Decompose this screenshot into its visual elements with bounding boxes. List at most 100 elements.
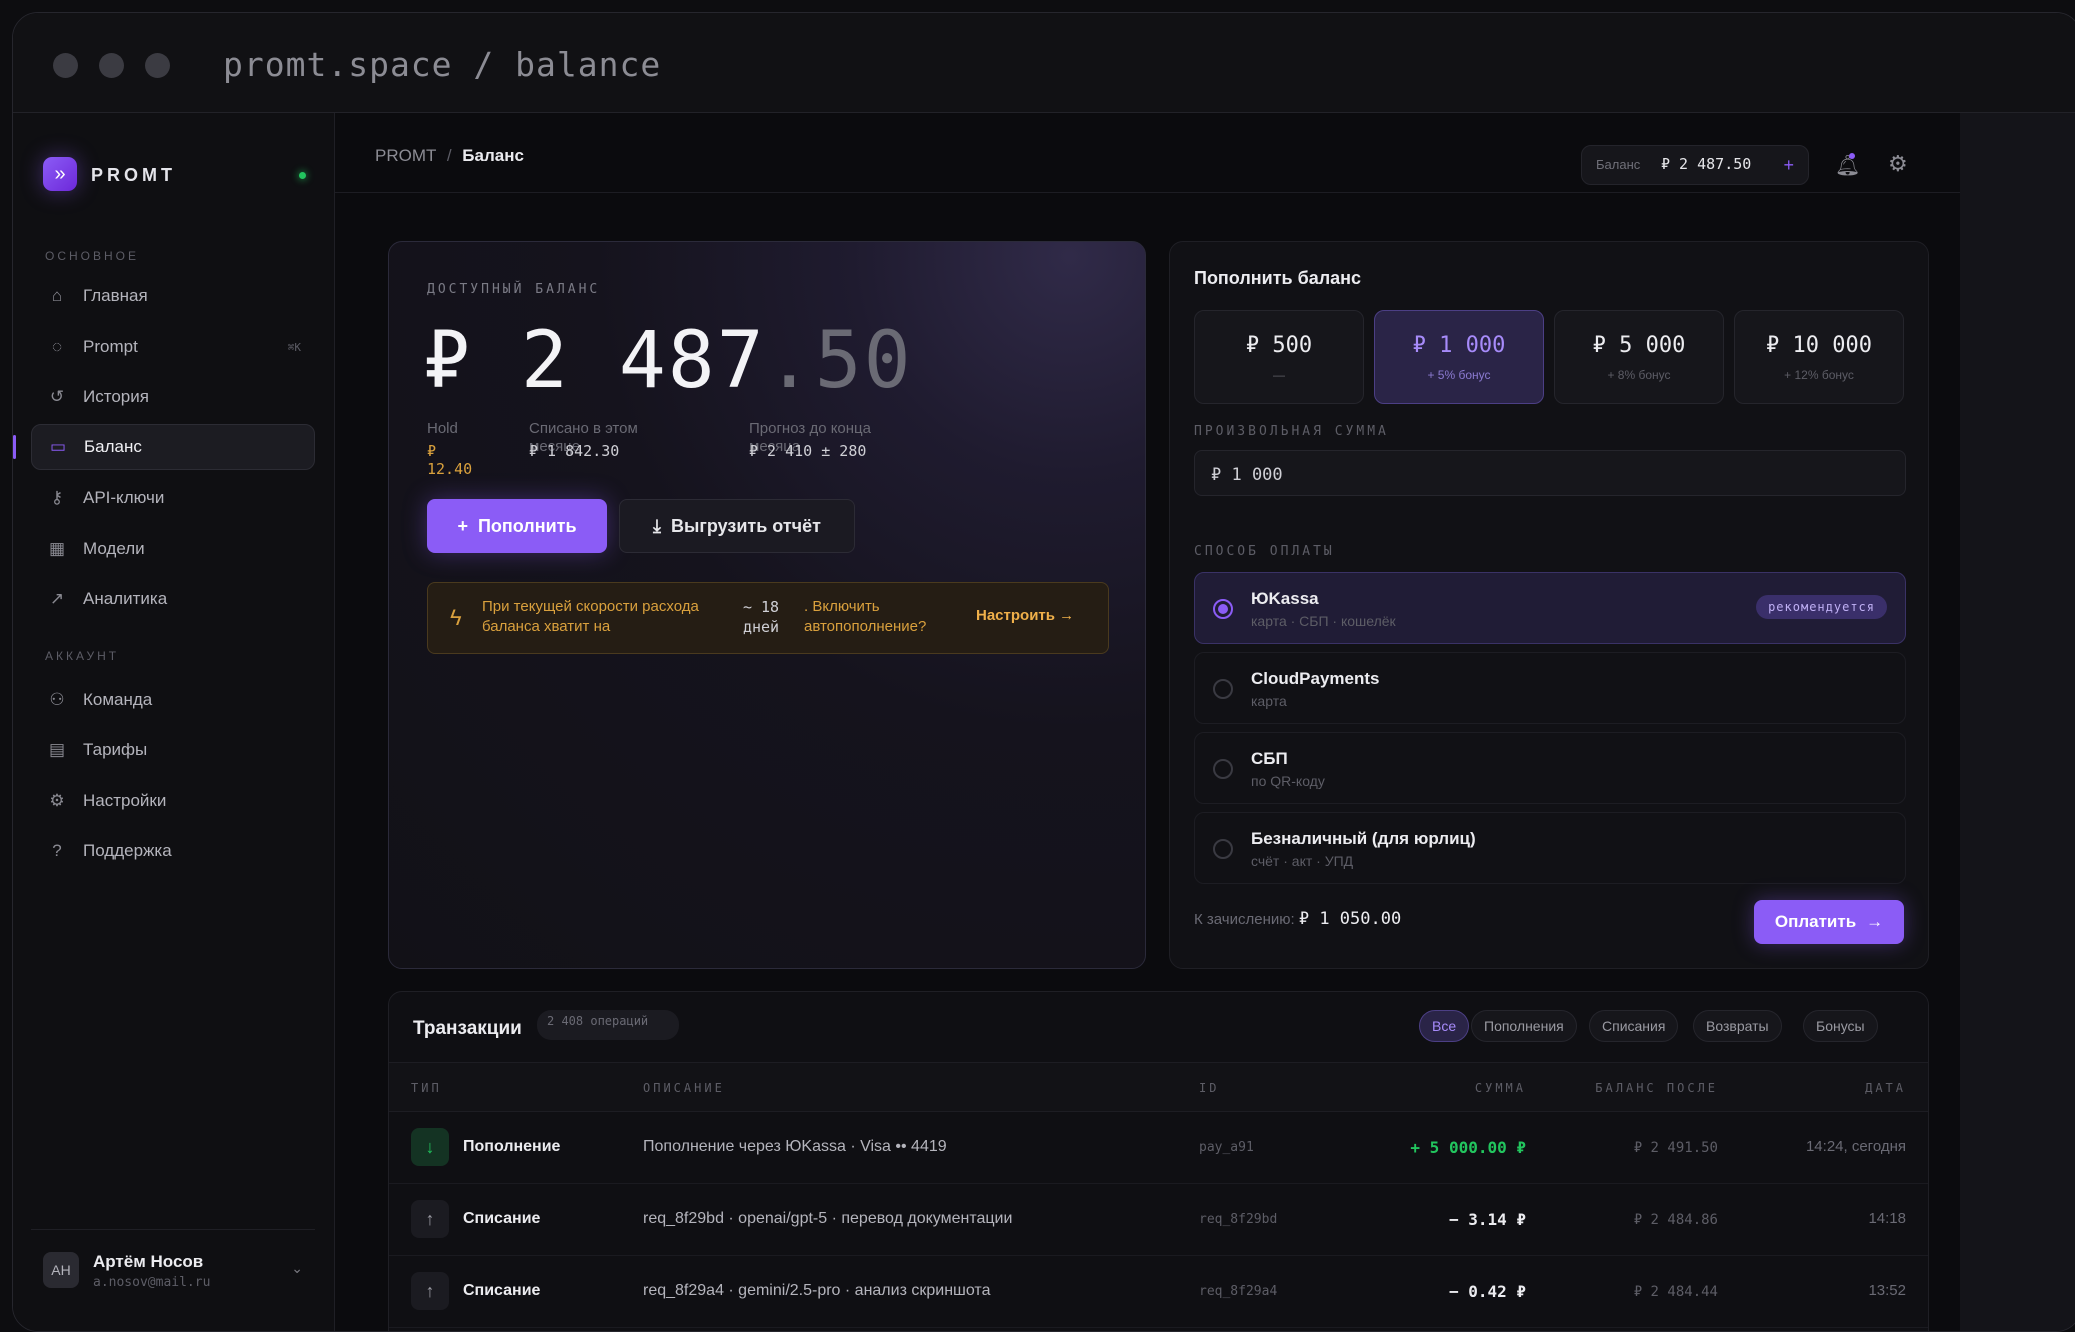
sidebar-item-label: Модели [83,539,145,558]
row-amount: + 5 000.00 ₽ [1410,1138,1526,1157]
payment-method-option[interactable]: Безналичный (для юрлиц) счёт · акт · УПД [1194,812,1906,884]
autotopup-warning: ϟ При текущей скорости расхода баланса х… [427,582,1109,654]
filter-all[interactable]: Все [1419,1010,1470,1042]
amount-option[interactable]: ₽ 5 000 + 8% бонус [1554,310,1724,404]
sidebar-item-history[interactable]: ↺ История [31,374,315,420]
amount-value: ₽ 500 [1245,333,1313,358]
warning-question: . Включить автопополнение? [804,598,927,635]
row-amount: − 0.42 ₽ [1448,1282,1526,1301]
section-label-account: АККАУНТ [45,649,120,663]
user-menu[interactable]: АН Артём Носов a.nosov@mail.ru ⌄ [31,1229,315,1293]
notification-badge [1849,153,1855,159]
hold-value: ₽ 12.40 [427,442,473,478]
sidebar-item-support[interactable]: ? Поддержка [31,828,315,874]
payment-method-option[interactable]: ЮKassa карта · СБП · кошелёк рекомендуется [1194,572,1906,644]
radio-selected[interactable] [1213,599,1233,619]
window-close-button[interactable] [53,53,78,78]
brand-name: PROMT [91,165,176,185]
radio[interactable] [1213,679,1233,699]
main-content: PROMT / Баланс Баланс ₽ 2 487.50 + 🔔︎ ⚙ … [335,113,1960,1331]
transactions-panel: Транзакции 2 408 операций Все Пополнения… [388,991,1929,1331]
payment-method-option[interactable]: CloudPayments карта [1194,652,1906,724]
radio[interactable] [1213,839,1233,859]
filter-refunds[interactable]: Возвраты [1693,1010,1782,1042]
column-header: БАЛАНС ПОСЛЕ [1595,1081,1718,1095]
table-row[interactable]: ↓ Пополнение Пополнение через ЮKassa · V… [389,1112,1928,1184]
balance-amount: ₽ 2 487.50 [423,316,913,406]
amount-bonus: — [1273,368,1285,382]
pay-button[interactable]: Оплатить → [1754,900,1904,944]
recommended-badge: рекомендуется [1756,595,1887,619]
topup-button[interactable]: + Пополнить [427,499,607,553]
user-name: Артём Носов [93,1252,204,1271]
window-maximize-button[interactable] [145,53,170,78]
document-icon: ▤ [48,740,66,759]
filter-topups[interactable]: Пополнения [1471,1010,1577,1042]
sidebar-item-label: Тарифы [83,740,148,759]
logo-icon: » [43,157,77,191]
payment-method-sub: счёт · акт · УПД [1251,853,1354,869]
forecast-value: ₽ 2 410 ± 280 [749,442,867,460]
configure-link[interactable]: Настроить → [976,607,1074,624]
sidebar-item-label: Поддержка [83,841,172,860]
filter-charges[interactable]: Списания [1589,1010,1679,1042]
filter-bonuses[interactable]: Бонусы [1803,1010,1878,1042]
sidebar: » PROMT ОСНОВНОЕ ⌂ Главная ◌ Prompt ⌘K ↺ Ист… [13,113,335,1331]
balance-pill-label: Баланс [1596,157,1641,172]
row-description: req_8f29a4 · gemini/2.5-pro · анализ скр… [643,1282,991,1299]
sidebar-item-plans[interactable]: ▤ Тарифы [31,727,315,773]
balance-pill[interactable]: Баланс ₽ 2 487.50 + [1581,145,1809,185]
topup-panel: Пополнить баланс ₽ 500 — ₽ 1 000 + 5% бону… [1169,241,1929,969]
gear-icon: ⚙ [49,791,65,810]
radio[interactable] [1213,759,1233,779]
payment-method-option[interactable]: СБП по QR-коду [1194,732,1906,804]
credit-value: ₽ 1 050.00 [1298,909,1402,929]
balance-label: ДОСТУПНЫЙ БАЛАНС [427,282,601,297]
sidebar-item-label: Баланс [84,437,142,456]
breadcrumb-current: Баланс [462,146,524,165]
sidebar-item-analytics[interactable]: ↗ Аналитика [31,576,315,622]
row-date: 14:18 [1868,1210,1906,1227]
table-header: ТИП ОПИСАНИЕ ID СУММА БАЛАНС ПОСЛЕ ДАТА [389,1062,1928,1112]
lightning-icon: ϟ [450,605,462,630]
payment-method-name: CloudPayments [1251,669,1380,688]
sidebar-item-label: Команда [83,690,153,709]
table-row[interactable]: ↑ Списание req_8f29a4 · gemini/2.5-pro ·… [389,1256,1928,1328]
url-text: promt.space / balance [223,45,662,84]
sidebar-item-models[interactable]: ▦ Модели [31,526,315,572]
sidebar-item-team[interactable]: ⚇ Команда [31,677,315,723]
add-funds-icon[interactable]: + [1783,155,1794,176]
amount-option[interactable]: ₽ 10 000 + 12% бонус [1734,310,1904,404]
amount-option[interactable]: ₽ 500 — [1194,310,1364,404]
breadcrumb-root[interactable]: PROMT [375,146,436,165]
payment-method-name: Безналичный (для юрлиц) [1251,829,1476,848]
sidebar-item-api-keys[interactable]: ⚷ API-ключи [31,475,315,521]
amount-option[interactable]: ₽ 1 000 + 5% бонус [1374,310,1544,404]
window-minimize-button[interactable] [99,53,124,78]
bell-icon[interactable]: 🔔︎ [1835,153,1860,178]
gear-icon[interactable]: ⚙ [1888,151,1908,177]
history-icon: ↺ [49,387,65,406]
row-balance-after: ₽ 2 484.44 [1633,1284,1718,1300]
payment-method-name: СБП [1251,749,1288,768]
custom-amount-input[interactable]: ₽ 1 000 [1194,450,1906,496]
amount-value: ₽ 1 000 [1412,333,1506,358]
balance-amount-dec: .50 [765,316,913,406]
arrow-up-icon: ↑ [411,1272,449,1310]
right-panel-edge [1960,113,2075,1331]
home-icon: ⌂ [51,286,63,305]
row-date: 14:24, сегодня [1805,1138,1906,1155]
grid-icon: ▦ [48,539,66,558]
sidebar-item-label: Аналитика [83,589,168,608]
sidebar-item-home[interactable]: ⌂ Главная [31,273,315,319]
plus-icon: + [457,515,468,536]
table-row[interactable]: ↑ Списание req_8f29bd · openai/gpt-5 · п… [389,1184,1928,1256]
row-id: req_8f29a4 [1199,1284,1278,1299]
sidebar-item-prompt[interactable]: ◌ Prompt ⌘K [31,324,315,370]
row-date: 13:52 [1868,1282,1906,1299]
export-report-button[interactable]: ⤓ Выгрузить отчёт [619,499,855,553]
arrow-right-icon: → [1866,912,1884,931]
sidebar-item-balance[interactable]: ▭ Баланс [31,424,315,470]
row-id: pay_a91 [1199,1140,1254,1155]
sidebar-item-settings[interactable]: ⚙ Настройки [31,778,315,824]
